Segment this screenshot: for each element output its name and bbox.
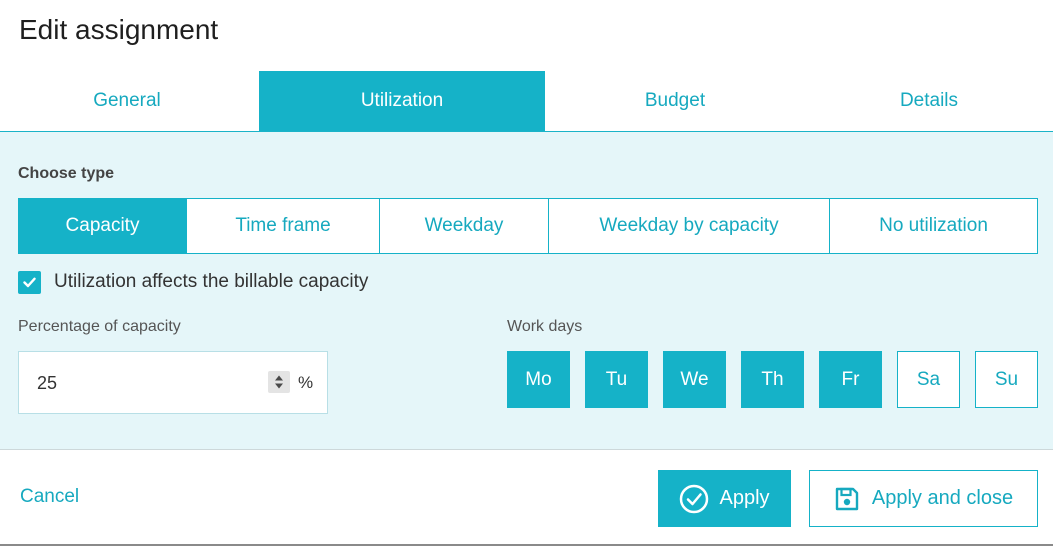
billable-capacity-label: Utilization affects the billable capacit… xyxy=(54,271,369,292)
type-time-frame-button[interactable]: Time frame xyxy=(186,199,379,253)
work-days-label: Work days xyxy=(507,318,583,335)
percentage-label: Percentage of capacity xyxy=(18,318,181,335)
day-tuesday-button[interactable]: Tu xyxy=(585,351,648,408)
floppy-disk-icon xyxy=(835,487,859,510)
type-weekday-by-capacity-button[interactable]: Weekday by capacity xyxy=(548,199,829,253)
cancel-button[interactable]: Cancel xyxy=(20,486,79,508)
spinner-arrows-icon[interactable] xyxy=(268,371,290,393)
billable-capacity-checkbox[interactable] xyxy=(18,271,41,294)
day-sunday-button[interactable]: Su xyxy=(975,351,1038,408)
tab-general[interactable]: General xyxy=(0,71,254,131)
checkmark-icon xyxy=(23,277,36,288)
check-circle-icon xyxy=(680,484,709,513)
day-monday-button[interactable]: Mo xyxy=(507,351,570,408)
tab-budget[interactable]: Budget xyxy=(545,71,805,131)
utilization-type-selector: Capacity Time frame Weekday Weekday by c… xyxy=(18,198,1038,254)
day-thursday-button[interactable]: Th xyxy=(741,351,804,408)
apply-and-close-label: Apply and close xyxy=(871,487,1014,509)
dialog-title: Edit assignment xyxy=(19,14,219,45)
apply-button[interactable]: Apply xyxy=(658,470,791,527)
type-weekday-button[interactable]: Weekday xyxy=(379,199,548,253)
type-capacity-button[interactable]: Capacity xyxy=(19,199,186,253)
day-friday-button[interactable]: Fr xyxy=(819,351,882,408)
percentage-field: % xyxy=(18,351,328,414)
day-wednesday-button[interactable]: We xyxy=(663,351,726,408)
percentage-input[interactable] xyxy=(37,370,257,396)
type-no-utilization-button[interactable]: No utilization xyxy=(829,199,1037,253)
choose-type-label: Choose type xyxy=(18,165,115,182)
day-saturday-button[interactable]: Sa xyxy=(897,351,960,408)
tab-utilization[interactable]: Utilization xyxy=(259,71,545,131)
tab-details[interactable]: Details xyxy=(805,71,1053,131)
apply-and-close-button[interactable]: Apply and close xyxy=(809,470,1038,527)
utilization-panel: Choose type Capacity Time frame Weekday … xyxy=(0,132,1053,450)
tab-bar: General Utilization Budget Details xyxy=(0,71,1053,132)
percent-unit: % xyxy=(298,373,314,392)
apply-label: Apply xyxy=(719,487,770,509)
